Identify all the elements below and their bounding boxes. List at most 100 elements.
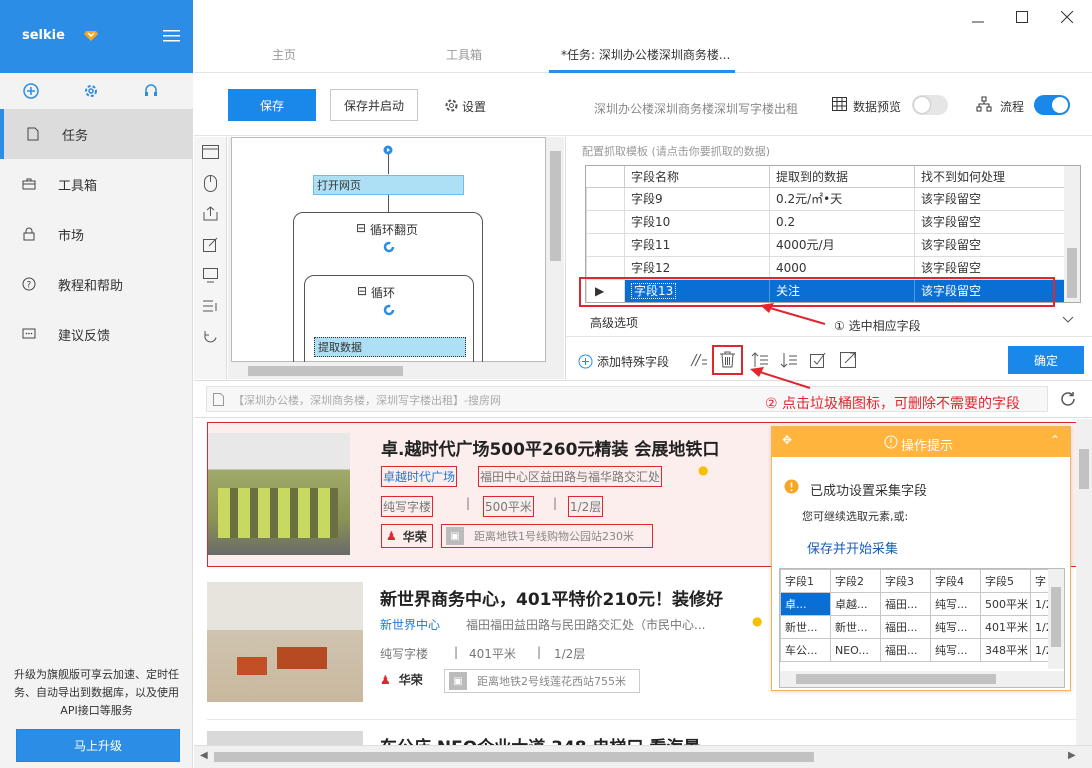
confirm-button[interactable]: 确定 xyxy=(1008,346,1084,374)
flow-node-extract[interactable]: 提取数据 xyxy=(314,337,466,357)
headset-icon[interactable] xyxy=(143,83,159,102)
sidebar-item-help[interactable]: ? 教程和帮助 xyxy=(0,259,193,309)
listing-v-scrollbar[interactable] xyxy=(1076,419,1092,745)
cell: 500平米 xyxy=(980,592,1031,616)
close-icon[interactable] xyxy=(1060,10,1074,26)
col-header: 字段3 xyxy=(880,569,931,593)
field-handle[interactable]: 该字段留空 xyxy=(921,215,981,229)
refresh-loop-icon[interactable] xyxy=(203,330,218,348)
tab-task[interactable]: *任务: 深圳办公楼深圳商务楼... xyxy=(561,46,730,63)
table-row[interactable]: 字段10 0.2 该字段留空▼ xyxy=(586,209,1080,234)
table-row[interactable]: 卓... 卓越... 福田... 纯写... 500平米 1/2 xyxy=(780,592,1064,616)
sidebar-item-feedback[interactable]: 建议反馈 xyxy=(0,309,193,359)
settings-button[interactable]: 设置 xyxy=(462,98,486,115)
data-preview-toggle[interactable] xyxy=(912,95,948,115)
menu-icon[interactable] xyxy=(163,29,180,42)
save-start-button[interactable]: 保存并启动 xyxy=(330,89,418,121)
field-table-scrollbar[interactable] xyxy=(1064,166,1080,302)
sidebar-item-toolbox[interactable]: 工具箱 xyxy=(0,159,193,209)
listing-building[interactable]: 新世界中心 xyxy=(380,616,440,633)
task-name[interactable]: 深圳办公楼深圳商务楼深圳写字楼出租 xyxy=(594,100,826,117)
listing-type: 纯写字楼 xyxy=(380,647,429,661)
col-header: 字段5 xyxy=(980,569,1031,593)
save-and-collect-link[interactable]: 保存并开始采集 xyxy=(807,538,898,557)
field-name[interactable]: 字段10 xyxy=(624,209,770,234)
field-name[interactable]: 字段9 xyxy=(624,186,770,211)
tab-home[interactable]: 主页 xyxy=(272,46,296,63)
cell: NEO... xyxy=(830,638,881,662)
add-special-field-button[interactable]: 添加特殊字段 xyxy=(597,353,669,370)
listing-agent[interactable]: ♟ 华荣 xyxy=(381,524,433,548)
location-pin-icon[interactable]: ● xyxy=(698,463,708,477)
maximize-icon[interactable] xyxy=(1016,11,1028,26)
tab-toolbox[interactable]: 工具箱 xyxy=(446,46,482,63)
url-text: 【深圳办公楼，深圳商务楼，深圳写字楼出租】-搜房网 xyxy=(233,394,501,407)
field-handle[interactable]: 该字段留空 xyxy=(921,238,981,252)
listing-floor: 1/2层 xyxy=(554,647,586,661)
web-page-icon[interactable] xyxy=(202,145,219,163)
flow-toggle[interactable] xyxy=(1034,95,1070,115)
field-handle[interactable]: 该字段留空 xyxy=(921,261,981,275)
table-row[interactable]: 车公... NEO... 福田... 纯写... 348平米 1/2 xyxy=(780,638,1064,662)
flow-v-scrollbar[interactable] xyxy=(547,137,564,362)
settings-gear-icon[interactable] xyxy=(444,98,459,116)
table-row[interactable]: 字段12 4000 该字段留空▼ xyxy=(586,255,1080,280)
open-external-icon[interactable] xyxy=(840,352,856,371)
move-icon[interactable]: ✥ xyxy=(782,433,792,447)
sidebar-item-label: 工具箱 xyxy=(58,178,98,194)
listing-image xyxy=(207,582,363,702)
add-icon[interactable] xyxy=(23,83,39,102)
flow-h-scrollbar[interactable] xyxy=(228,362,548,379)
location-pin-icon[interactable]: ● xyxy=(752,614,762,628)
collapse-icon[interactable]: ⊟ xyxy=(356,221,366,235)
listing-title[interactable]: 卓.越时代广场500平260元精装 会展地铁口 xyxy=(381,435,719,460)
sidebar-item-market[interactable]: 市场 xyxy=(0,209,193,259)
upgrade-button[interactable]: 马上升级 xyxy=(16,729,180,762)
flow-icon xyxy=(976,96,992,115)
rename-icon[interactable] xyxy=(689,352,707,371)
edit-icon[interactable] xyxy=(203,237,218,255)
cell: 卓越... xyxy=(830,592,881,616)
collapse-icon[interactable]: ⊟ xyxy=(357,284,367,298)
gear-icon[interactable] xyxy=(83,83,99,102)
listing-title[interactable]: 车公庙 NEO企业大道 348 电梯口 看海景 xyxy=(380,733,700,745)
preview-v-scrollbar[interactable] xyxy=(1048,569,1064,669)
sidebar-item-label: 市场 xyxy=(58,228,85,244)
loop-icon xyxy=(383,304,395,319)
table-row[interactable]: 字段9 0.2元/㎡•天 该字段留空▼ xyxy=(586,186,1080,211)
listing-h-scrollbar[interactable]: ◀ ▶ xyxy=(194,745,1092,768)
collapse-up-icon[interactable]: ⌃ xyxy=(1050,433,1060,447)
listing-agent[interactable]: ♟ 华荣 xyxy=(380,671,423,688)
export-icon[interactable] xyxy=(203,206,218,224)
flow-loop-page-box[interactable]: ⊟ 循环翻页 ⊟ 循环 提取数据 xyxy=(293,212,483,379)
table-row[interactable]: 字段11 4000元/月 该字段留空▼ xyxy=(586,232,1080,257)
minimize-icon[interactable] xyxy=(972,16,984,31)
metro-text: 距离地铁2号线莲花西站755米 xyxy=(477,675,626,688)
sidebar-item-label: 任务 xyxy=(62,128,89,144)
add-circle-icon[interactable] xyxy=(578,354,593,372)
table-row[interactable]: 新世... 新世... 福田... 纯写... 401平米 1/2 xyxy=(780,615,1064,639)
trash-icon[interactable] xyxy=(720,351,735,371)
field-name[interactable]: 字段12 xyxy=(624,255,770,280)
field-name[interactable]: 字段11 xyxy=(624,232,770,257)
chevron-down-icon[interactable] xyxy=(1062,313,1074,328)
sidebar-item-task[interactable]: 任务 xyxy=(0,109,193,159)
preview-h-scrollbar[interactable] xyxy=(780,671,1064,687)
annotation-arrows xyxy=(750,303,826,389)
tip-popup: ✥ 操作提示 ⌃ 已成功设置采集字段 您可继续选取元素,或: 保存并开始采集 字… xyxy=(771,426,1071,691)
sidebar-header: selkie xyxy=(0,0,193,73)
field-handle[interactable]: 该字段留空 xyxy=(921,192,981,206)
table-icon xyxy=(832,97,847,114)
preview-table: 字段1 字段2 字段3 字段4 字段5 字 卓... 卓越... 福田... 纯… xyxy=(779,568,1065,688)
listing-title[interactable]: 新世界商务中心，401平特价210元！装修好 xyxy=(380,585,723,610)
mouse-click-icon[interactable] xyxy=(204,175,217,195)
flow-node-open-page[interactable]: 打开网页 xyxy=(313,175,464,195)
refresh-icon[interactable] xyxy=(1060,391,1076,410)
save-button[interactable]: 保存 xyxy=(228,89,316,121)
list-sort-icon[interactable] xyxy=(203,299,218,316)
app-name: selkie xyxy=(22,28,65,43)
verify-code-icon[interactable] xyxy=(203,268,218,286)
listing-metro: ▣ 距离地铁1号线购物公园站230米 xyxy=(441,524,653,548)
listing-building[interactable]: 卓越时代广场 xyxy=(381,466,458,487)
tip-popup-header[interactable]: ✥ 操作提示 ⌃ xyxy=(772,427,1070,457)
